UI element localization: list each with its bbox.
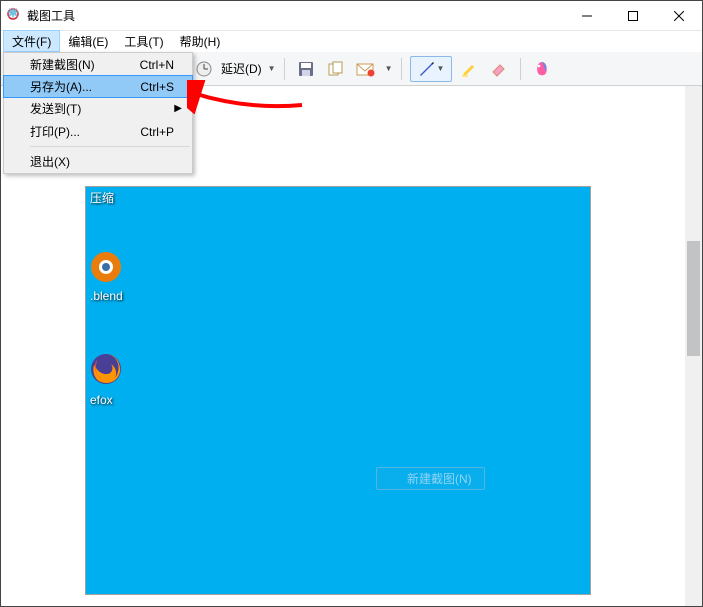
toolbar-separator <box>284 58 285 80</box>
file-menu-print-label: 打印(P)... <box>4 123 140 140</box>
highlighter-button[interactable] <box>456 56 482 82</box>
toolbar-separator <box>401 58 402 80</box>
mail-dropdown-arrow[interactable]: ▼ <box>385 64 393 73</box>
menu-edit-label: 编辑(E) <box>68 33 108 50</box>
maximize-button[interactable] <box>610 1 656 31</box>
file-menu-exit-label: 退出(X) <box>4 153 192 170</box>
menu-file-label: 文件(F) <box>12 33 51 50</box>
save-button[interactable] <box>293 56 319 82</box>
file-menu-exit[interactable]: 退出(X) <box>4 150 192 173</box>
pen-dropdown-arrow[interactable]: ▼ <box>437 64 445 73</box>
menu-separator <box>30 146 190 147</box>
eraser-button[interactable] <box>486 56 512 82</box>
toolbar-separator <box>520 58 521 80</box>
file-menu-dropdown: 新建截图(N) Ctrl+N 另存为(A)... Ctrl+S 发送到(T) ▶… <box>3 52 193 174</box>
menu-help[interactable]: 帮助(H) <box>172 31 229 52</box>
file-menu-saveas[interactable]: 另存为(A)... Ctrl+S <box>3 75 193 98</box>
vertical-scrollbar[interactable] <box>685 86 702 606</box>
title-bar: 截图工具 <box>1 1 702 31</box>
desktop-label-compress: 压缩 <box>90 189 114 206</box>
menu-tools[interactable]: 工具(T) <box>116 31 171 52</box>
desktop-icon-firefox <box>86 349 126 389</box>
menu-help-label: 帮助(H) <box>180 33 221 50</box>
submenu-arrow-icon: ▶ <box>174 103 182 114</box>
copy-button[interactable] <box>323 56 349 82</box>
file-menu-sendto-label: 发送到(T) <box>4 100 192 117</box>
window-title: 截图工具 <box>25 7 564 24</box>
menu-file[interactable]: 文件(F) <box>3 30 60 52</box>
menu-edit[interactable]: 编辑(E) <box>60 31 116 52</box>
menu-bar: 文件(F) 编辑(E) 工具(T) 帮助(H) <box>1 31 702 52</box>
file-menu-new-label: 新建截图(N) <box>4 56 140 73</box>
file-menu-saveas-label: 另存为(A)... <box>4 78 140 95</box>
scrollbar-thumb[interactable] <box>687 241 700 356</box>
captured-screenshot: 压缩 .blend efox 新建截图(N) <box>85 186 591 595</box>
pen-button[interactable]: ▼ <box>410 56 452 82</box>
desktop-icon-blend <box>86 247 126 287</box>
minimize-button[interactable] <box>564 1 610 31</box>
desktop-label-blend: .blend <box>90 289 123 303</box>
file-menu-print-shortcut: Ctrl+P <box>140 125 192 139</box>
paint3d-button[interactable] <box>529 56 555 82</box>
ghost-new-snip-button: 新建截图(N) <box>376 467 485 490</box>
clock-icon[interactable] <box>191 56 217 82</box>
file-menu-new-shortcut: Ctrl+N <box>140 58 192 72</box>
file-menu-new[interactable]: 新建截图(N) Ctrl+N <box>4 53 192 76</box>
file-menu-sendto[interactable]: 发送到(T) ▶ <box>4 97 192 120</box>
file-menu-print[interactable]: 打印(P)... Ctrl+P <box>4 120 192 143</box>
mail-button[interactable] <box>353 56 379 82</box>
desktop-label-firefox: efox <box>90 393 113 407</box>
file-menu-saveas-shortcut: Ctrl+S <box>140 80 192 94</box>
close-button[interactable] <box>656 1 702 31</box>
app-icon <box>1 6 25 25</box>
ghost-button-label: 新建截图(N) <box>407 472 472 486</box>
delay-dropdown-arrow[interactable]: ▼ <box>268 64 276 73</box>
menu-tools-label: 工具(T) <box>124 33 163 50</box>
delay-label: 延迟(D) <box>221 60 262 77</box>
